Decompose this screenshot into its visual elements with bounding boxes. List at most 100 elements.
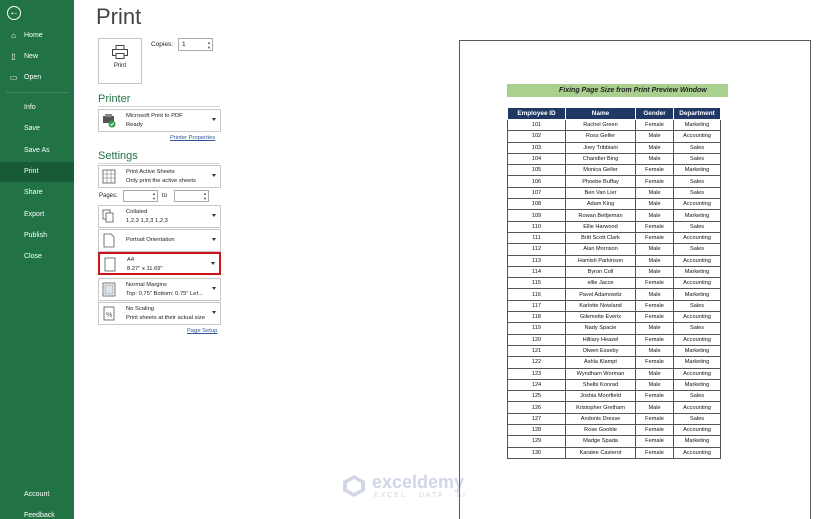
exceldemy-watermark: exceldemy EXCEL · DATA · BI <box>342 472 492 502</box>
sidebar-item-export[interactable]: Export <box>0 205 74 225</box>
copies-stepper[interactable]: 1 ▲ ▼ <box>178 38 213 51</box>
settings-divider <box>98 163 220 164</box>
table-cell: Female <box>635 231 674 245</box>
sidebar-item-label: Save As <box>24 147 50 154</box>
portrait-page-icon <box>103 233 115 248</box>
table-cell: 116 <box>507 288 566 301</box>
printer-properties-link[interactable]: Printer Properties <box>170 135 215 141</box>
printer-divider <box>98 106 220 107</box>
table-cell: 107 <box>507 186 566 200</box>
table-row: 115 ellie Jacox Female Accounting <box>507 277 721 290</box>
table-row: 106 Phoebe Buffay Female Sales <box>507 175 721 188</box>
table-row: 114 Byron Coll Male Marketing <box>507 265 721 279</box>
table-cell: 102 <box>507 130 566 143</box>
scaling-select[interactable]: % No Scaling Print sheets at their actua… <box>98 302 221 325</box>
table-row: 118 Gilemette Everix Female Accounting <box>507 311 721 324</box>
table-cell: 111 <box>507 231 566 245</box>
pages-from-input[interactable]: ▲ ▼ <box>123 190 158 202</box>
sidebar-item-new[interactable]: ▯ New <box>0 47 74 67</box>
spin-arrows-icon[interactable]: ▲ ▼ <box>207 40 211 50</box>
option-title: Portrait Orientation <box>126 237 175 243</box>
sidebar-item-save-as[interactable]: Save As <box>0 141 74 161</box>
table-cell: 123 <box>507 367 566 380</box>
option-subtitle: Only print the active sheets <box>126 178 196 184</box>
sidebar-item-print[interactable]: Print <box>0 162 74 182</box>
table-cell: Female <box>635 446 674 459</box>
table-row: 104 Chandler Bing Male Sales <box>507 152 721 166</box>
table-row: 109 Rowan Bettjeman Male Marketing <box>507 209 721 222</box>
collation-select[interactable]: Collated 1,2,3 1,2,3 1,2,3 <box>98 205 221 228</box>
table-cell: Britt Scott Clark <box>565 231 636 245</box>
print-settings-panel: Print Print Copies: 1 ▲ ▼ Printer Microso… <box>74 0 246 519</box>
table-cell: Chandler Bing <box>565 152 636 166</box>
arrow-left-icon[interactable]: ← <box>7 6 21 20</box>
copies-value: 1 <box>182 41 186 48</box>
table-cell: 112 <box>507 243 566 256</box>
table-cell: Accounting <box>673 401 721 414</box>
print-what-select[interactable]: Print Active Sheets Only print the activ… <box>98 165 221 188</box>
table-cell: Sales <box>673 243 721 256</box>
orientation-select[interactable]: Portrait Orientation <box>98 229 221 252</box>
table-cell: Sales <box>673 390 721 403</box>
table-cell: Male <box>635 198 674 211</box>
table-cell: Marketing <box>673 344 721 358</box>
table-cell: 113 <box>507 254 566 267</box>
sidebar-item-open[interactable]: ▭ Open <box>0 68 74 88</box>
table-cell: Nady Spacie <box>565 322 636 335</box>
table-cell: Karlotte Nowland <box>565 299 636 313</box>
sidebar-item-home[interactable]: ⌂ Home <box>0 26 74 46</box>
option-title: No Scaling <box>126 306 155 312</box>
option-title: A4 <box>127 257 135 263</box>
table-cell: Marketing <box>673 435 721 448</box>
paper-size-select[interactable]: A4 8.27" x 11.69" <box>98 252 221 275</box>
table-cell: Marketing <box>673 209 721 222</box>
page-title: Print <box>96 4 142 29</box>
chevron-down-icon <box>212 174 216 177</box>
spin-arrows-icon[interactable]: ▲ ▼ <box>203 191 207 201</box>
table-cell: 122 <box>507 356 566 369</box>
table-cell: 130 <box>507 446 566 459</box>
sidebar-item-close[interactable]: Close <box>0 247 74 267</box>
sidebar-item-share[interactable]: Share <box>0 183 74 203</box>
table-cell: Phoebe Buffay <box>565 175 636 188</box>
table-row: 112 Alan Morrison Male Sales <box>507 243 721 256</box>
option-subtitle: Top: 0.75" Bottom: 0.75" Lef... <box>126 291 203 297</box>
table-cell: Female <box>635 299 674 313</box>
margins-select[interactable]: Normal Margins Top: 0.75" Bottom: 0.75" … <box>98 278 221 301</box>
excel-backstage-print-view: ← ⌂ Home ▯ New ▭ Open Info Save Save As … <box>0 0 825 519</box>
table-cell: Female <box>635 412 674 426</box>
table-cell: Female <box>635 435 674 448</box>
table-cell: 114 <box>507 265 566 279</box>
sidebar-item-label: Home <box>24 32 43 39</box>
table-cell: Accounting <box>673 277 721 290</box>
print-button[interactable]: Print <box>98 38 142 84</box>
column-header: Gender <box>635 107 674 120</box>
sidebar-item-save[interactable]: Save <box>0 119 74 139</box>
sidebar-item-info[interactable]: Info <box>0 98 74 118</box>
table-cell: Male <box>635 209 674 222</box>
table-row: 129 Madge Spada Female Marketing <box>507 435 721 448</box>
table-row: 130 Karalee Casterot Female Accounting <box>507 446 721 459</box>
column-header: Department <box>673 107 721 120</box>
table-cell: Wyndham Worman <box>565 367 636 380</box>
printer-header: Printer <box>98 93 131 105</box>
page-setup-link[interactable]: Page Setup <box>187 328 217 334</box>
table-row: 111 Britt Scott Clark Female Accounting <box>507 231 721 245</box>
table-cell: Rachel Green <box>565 118 636 132</box>
sidebar-item-feedback[interactable]: Feedback <box>0 506 74 519</box>
table-cell: Ben Van Lier <box>565 186 636 200</box>
table-row: 117 Karlotte Nowland Female Sales <box>507 299 721 313</box>
table-cell: 126 <box>507 401 566 414</box>
table-cell: Madge Spada <box>565 435 636 448</box>
pages-to-input[interactable]: ▲ ▼ <box>174 190 209 202</box>
table-cell: Sales <box>673 152 721 166</box>
sidebar-item-publish[interactable]: Publish <box>0 226 74 246</box>
printer-select[interactable]: Microsoft Print to PDF Ready <box>98 109 221 132</box>
table-row: 123 Wyndham Worman Male Accounting <box>507 367 721 380</box>
margins-icon <box>102 282 116 297</box>
table-row: 124 Shelbi Konrad Male Marketing <box>507 378 721 392</box>
sidebar-item-account[interactable]: Account <box>0 485 74 505</box>
spin-arrows-icon[interactable]: ▲ ▼ <box>152 191 156 201</box>
table-cell: Sales <box>673 412 721 426</box>
table-cell: Accounting <box>673 198 721 211</box>
